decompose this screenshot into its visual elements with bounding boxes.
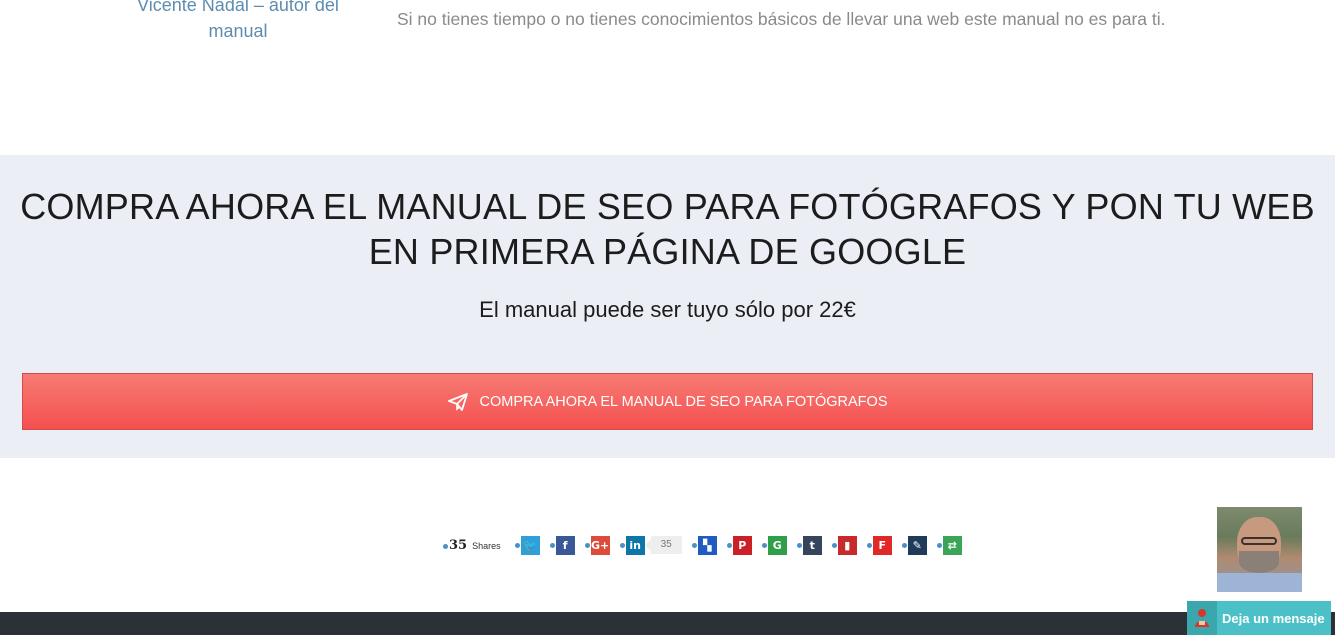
share-total-label: Shares (472, 540, 501, 551)
share-button-facebook[interactable]: f (549, 535, 575, 555)
share-dot (761, 542, 767, 548)
cta-title: COMPRA AHORA EL MANUAL DE SEO PARA FOTÓG… (20, 186, 1315, 272)
share-total: 35 Shares (443, 538, 501, 553)
share-button-google[interactable]: G (761, 535, 787, 555)
share-button-tumblr[interactable]: t (796, 535, 822, 555)
share-button-bookmark[interactable]: ▮ (831, 535, 857, 555)
share-bar: 35 Shares 🐦 f G+ in 35 ▚ P Gt ▮ F ✎ ⇄ (443, 535, 972, 555)
google-plus-icon: G+ (590, 535, 610, 555)
footer (0, 612, 1335, 635)
author-caption[interactable]: Vicente Nadal – autor del manual (120, 0, 356, 44)
twitter-icon: 🐦 (520, 535, 540, 555)
bookmark-icon: ▮ (837, 535, 857, 555)
chat-agent-avatar[interactable] (1217, 507, 1302, 592)
more-share-icon: ⇄ (942, 535, 962, 555)
share-button-pinterest[interactable]: P (726, 535, 752, 555)
avatar-glasses (1241, 537, 1277, 545)
cta-subtitle: El manual puede ser tuyo sólo por 22€ (479, 297, 856, 322)
share-button-more[interactable]: ⇄ (936, 535, 962, 555)
share-buttons: 🐦 f G+ in 35 ▚ P Gt ▮ F ✎ ⇄ (514, 535, 972, 555)
share-total-number: 35 (449, 537, 468, 553)
avatar-beard (1239, 551, 1279, 573)
share-dot (514, 542, 520, 548)
share-dot (936, 542, 942, 548)
tumblr-icon: t (802, 535, 822, 555)
share-dot (726, 542, 732, 548)
share-dot (901, 542, 907, 548)
leave-message-button[interactable]: Deja un mensaje (1187, 601, 1331, 635)
share-button-evernote[interactable]: ✎ (901, 535, 927, 555)
share-button-linkedin[interactable]: in 35 (619, 535, 682, 555)
paper-plane-icon (447, 392, 468, 411)
share-dot (866, 542, 872, 548)
evernote-icon: ✎ (907, 535, 927, 555)
buy-button-label: COMPRA AHORA EL MANUAL DE SEO PARA FOTÓG… (479, 393, 888, 410)
chat-person-icon (1187, 601, 1217, 635)
share-dot (831, 542, 837, 548)
warning-text: Si no tienes tiempo o no tienes conocimi… (397, 9, 1166, 29)
chat-label: Deja un mensaje (1222, 610, 1325, 626)
share-button-delicious[interactable]: ▚ (691, 535, 717, 555)
facebook-icon: f (555, 535, 575, 555)
linkedin-icon: in (625, 535, 645, 555)
share-dot (796, 542, 802, 548)
flipboard-icon: F (872, 535, 892, 555)
google-icon: G (767, 535, 787, 555)
linkedin-share-count: 35 (644, 536, 682, 554)
buy-manual-button[interactable]: COMPRA AHORA EL MANUAL DE SEO PARA FOTÓG… (22, 373, 1313, 430)
share-dot (549, 542, 555, 548)
share-dot (443, 543, 448, 549)
delicious-icon: ▚ (697, 535, 717, 555)
share-button-twitter[interactable]: 🐦 (514, 535, 540, 555)
share-dot (691, 542, 697, 548)
share-button-google-plus[interactable]: G+ (584, 535, 610, 555)
pinterest-icon: P (732, 535, 752, 555)
avatar-shirt (1217, 573, 1302, 592)
share-button-flipboard[interactable]: F (866, 535, 892, 555)
share-dot (619, 542, 625, 548)
share-dot (584, 542, 590, 548)
